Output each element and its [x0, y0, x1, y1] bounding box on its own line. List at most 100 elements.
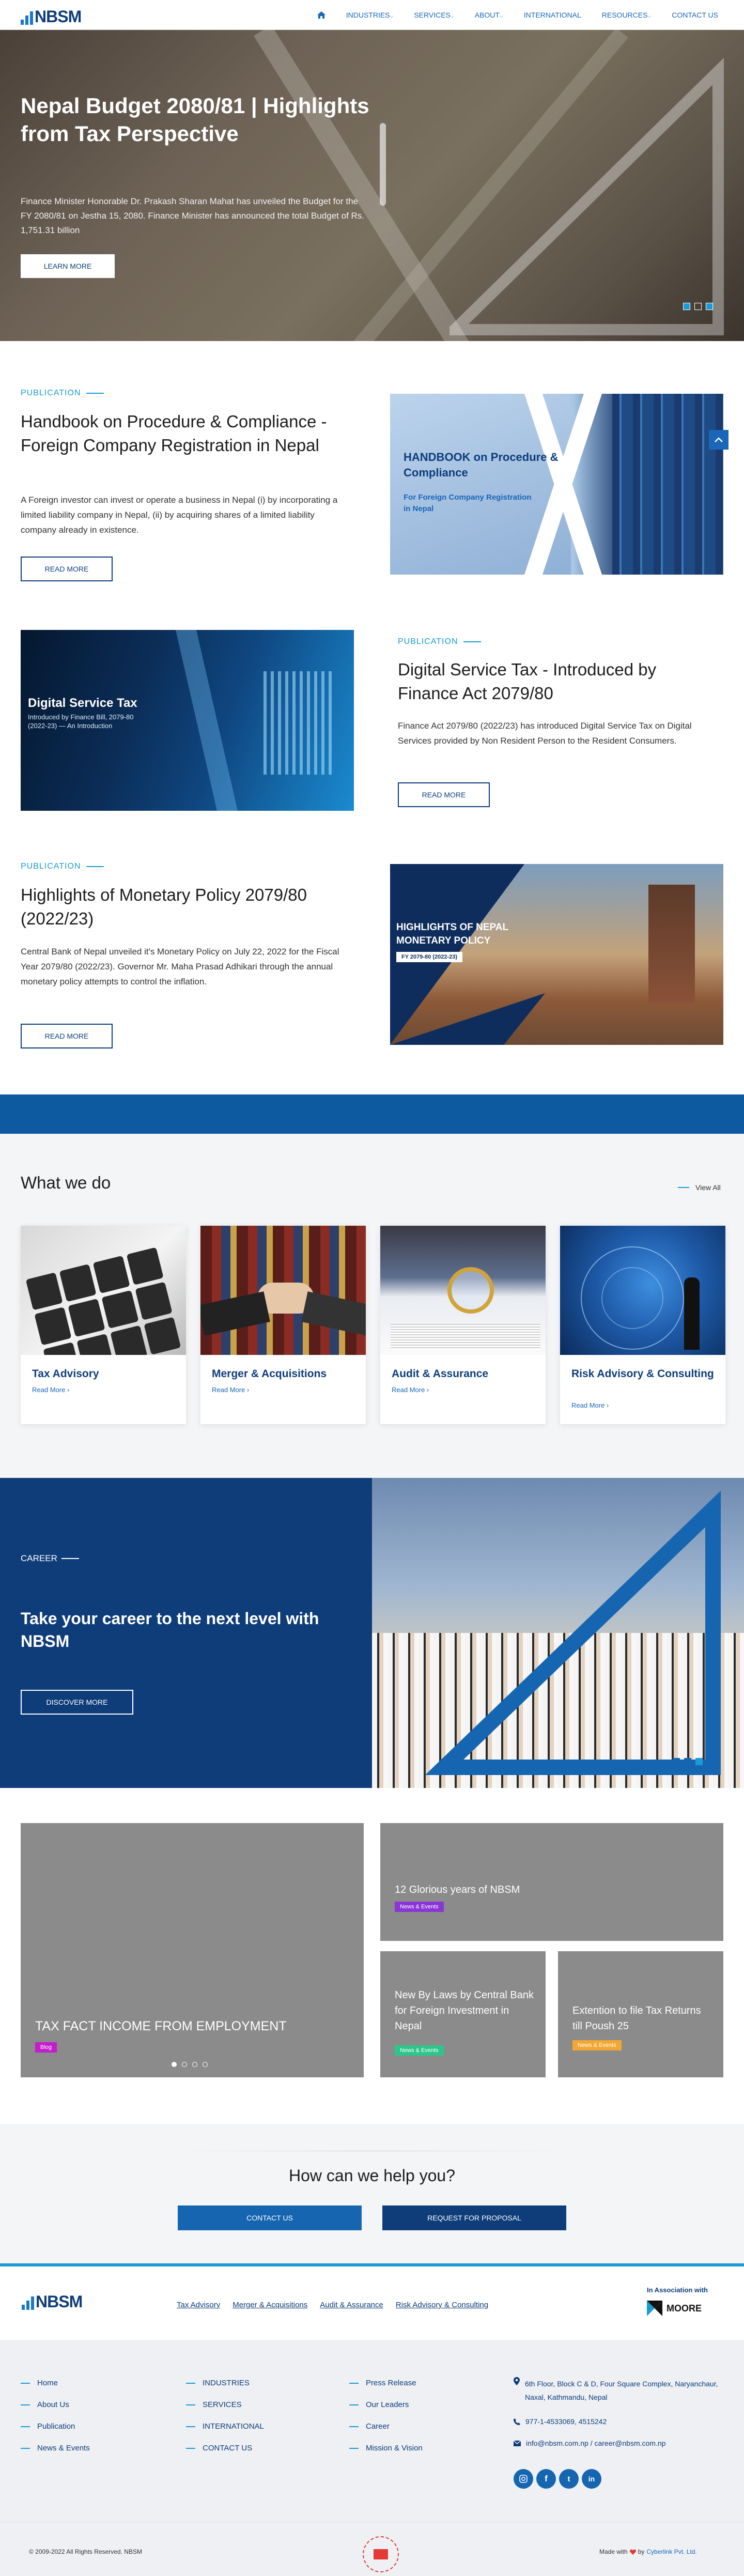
hero-text: Finance Minister Honorable Dr. Prakash S… [21, 196, 365, 235]
footer-link[interactable]: News & Events [21, 2444, 90, 2452]
footer-link[interactable]: About Us [21, 2400, 69, 2409]
read-more-button[interactable]: READ MORE [21, 1024, 113, 1048]
footer-link[interactable]: Publication [21, 2422, 75, 2431]
main-menu: INDUSTRIES⌵ SERVICES⌵ ABOUT⌵ INTERNATION… [307, 0, 729, 30]
footer-service-link[interactable]: Tax Advisory [177, 2301, 220, 2309]
footer-service-link[interactable]: Audit & Assurance [320, 2301, 383, 2309]
footer-link[interactable]: Mission & Vision [349, 2444, 423, 2452]
news-card-top[interactable]: 12 Glorious years of NBSM News & Events [380, 1823, 723, 1941]
footer-phone[interactable]: 977-1-4533069, 4515242 [514, 2417, 607, 2426]
footer-address: 6th Floor, Block C & D, Four Square Comp… [514, 2377, 732, 2404]
slider-dot[interactable] [684, 1758, 691, 1765]
footer-link[interactable]: Our Leaders [349, 2400, 409, 2409]
footer-email[interactable]: info@nbsm.com.np / career@nbsm.com.np [514, 2439, 665, 2447]
slider-dot[interactable] [706, 303, 713, 310]
footer-service-links: Tax Advisory Merger & Acquisitions Audit… [177, 2301, 488, 2309]
logo-bars-icon [21, 9, 33, 25]
footer-link[interactable]: INTERNATIONAL [186, 2422, 264, 2431]
footer-service-link[interactable]: Merger & Acquisitions [233, 2301, 307, 2309]
nav-industries[interactable]: INDUSTRIES⌵ [346, 11, 394, 19]
nav-services[interactable]: SERVICES⌵ [414, 11, 454, 19]
publication-tag: PUBLICATION [21, 389, 104, 398]
slider-dot[interactable] [694, 303, 702, 310]
read-more-link[interactable]: Read More › [212, 1386, 249, 1394]
news-slider-dots [172, 2062, 208, 2067]
slider-dot[interactable] [695, 1758, 703, 1765]
certification-seal [363, 2536, 399, 2572]
footer-link[interactable]: INDUSTRIES [186, 2379, 250, 2387]
nav-resources[interactable]: RESOURCES⌵ [602, 11, 652, 19]
handbook-cover-image[interactable]: HANDBOOK on Procedure & Compliance For F… [390, 394, 723, 575]
slider-dot[interactable] [192, 2062, 197, 2067]
publication-title[interactable]: Digital Service Tax - Introduced by Fina… [398, 658, 718, 705]
career-group-photo [372, 1478, 744, 1788]
slider-dot[interactable] [203, 2062, 208, 2067]
career-title: Take your career to the next level with … [21, 1609, 319, 1651]
card-title: Audit & Assurance [392, 1368, 489, 1380]
footer-link[interactable]: Press Release [349, 2379, 416, 2387]
home-icon[interactable] [317, 11, 326, 19]
news-card-right[interactable]: Extention to file Tax Returns till Poush… [558, 1951, 723, 2077]
nbsm-logo[interactable]: NBSM [21, 5, 82, 25]
footer-link[interactable]: Home [21, 2379, 58, 2387]
news-title: Extention to file Tax Returns till Poush… [572, 2005, 701, 2032]
news-card-big[interactable]: TAX FACT INCOME FROM EMPLOYMENT Blog [21, 1823, 364, 2077]
made-with-credit: Made with by Cyberlink Pvt. Ltd. [599, 2548, 697, 2555]
service-card-audit-assurance[interactable]: Audit & Assurance Read More › [380, 1226, 546, 1424]
footer-nbsm-logo[interactable]: NBSM [22, 2290, 83, 2310]
nav-contact-us[interactable]: CONTACT US [672, 11, 718, 19]
read-more-link[interactable]: Read More › [571, 1401, 609, 1409]
slider-dot[interactable] [673, 1758, 680, 1765]
news-badge: News & Events [572, 2040, 622, 2050]
publication-tag: PUBLICATION [21, 862, 104, 871]
cyberlink-link[interactable]: Cyberlink Pvt. Ltd. [646, 2548, 696, 2555]
nav-about[interactable]: ABOUT⌵ [475, 11, 503, 19]
footer-link[interactable]: Career [349, 2422, 390, 2431]
service-card-tax-advisory[interactable]: Tax Advisory Read More › [21, 1226, 186, 1424]
discover-more-button[interactable]: DISCOVER MORE [21, 1690, 133, 1715]
publication-title[interactable]: Highlights of Monetary Policy 2079/80 (2… [21, 883, 351, 931]
read-more-button[interactable]: READ MORE [21, 557, 113, 581]
linkedin-icon[interactable]: in [582, 2469, 601, 2489]
top-navbar: NBSM INDUSTRIES⌵ SERVICES⌵ ABOUT⌵ INTERN… [0, 0, 744, 30]
service-card-risk-advisory[interactable]: Risk Advisory & Consulting Read More › [560, 1226, 725, 1424]
footer-link[interactable]: CONTACT US [186, 2444, 252, 2452]
contact-us-button[interactable]: CONTACT US [178, 2205, 362, 2230]
instagram-icon[interactable] [514, 2469, 533, 2489]
slider-dot[interactable] [182, 2062, 187, 2067]
hero-title: Nepal Budget 2080/81 | Highlights from T… [21, 94, 369, 146]
chevron-up-icon [715, 437, 723, 442]
footer-service-link[interactable]: Risk Advisory & Consulting [396, 2301, 488, 2309]
publication-text: Central Bank of Nepal unveiled it's Mone… [21, 947, 339, 986]
slider-dot[interactable] [172, 2062, 177, 2067]
scroll-up-button[interactable] [709, 430, 729, 450]
view-all-link[interactable]: View All [678, 1183, 721, 1192]
request-proposal-button[interactable]: REQUEST FOR PROPOSAL [382, 2205, 566, 2230]
digital-service-tax-image[interactable]: Digital Service Tax Introduced by Financ… [21, 630, 354, 811]
card-title: Merger & Acquisitions [212, 1368, 327, 1380]
news-card-mid[interactable]: New By Laws by Central Bank for Foreign … [380, 1951, 546, 2077]
handbook-image-title: HANDBOOK on Procedure & Compliance [404, 451, 559, 479]
read-more-link[interactable]: Read More › [32, 1386, 69, 1394]
slider-dot[interactable] [683, 303, 690, 310]
career-section: CAREER Take your career to the next leve… [0, 1478, 372, 1788]
instagram-glyph-icon [519, 2475, 528, 2483]
footer-link[interactable]: SERVICES [186, 2400, 242, 2409]
hero-learn-more-button[interactable]: LEARN MORE [21, 254, 115, 278]
read-more-link[interactable]: Read More › [392, 1386, 429, 1394]
facebook-icon[interactable]: f [536, 2469, 556, 2489]
handshake-image [200, 1226, 366, 1355]
twitter-icon[interactable]: t [559, 2469, 579, 2489]
publication-title[interactable]: Handbook on Procedure & Compliance - For… [21, 410, 351, 457]
read-more-button[interactable]: READ MORE [398, 782, 490, 807]
card-title: Risk Advisory & Consulting [571, 1368, 714, 1380]
monetary-policy-image[interactable]: HIGHLIGHTS OF NEPAL MONETARY POLICY FY 2… [390, 864, 723, 1045]
moore-logo[interactable]: MOORE [647, 2301, 702, 2316]
moore-mark-icon [647, 2301, 662, 2316]
service-card-merger-acquisitions[interactable]: Merger & Acquisitions Read More › [200, 1226, 366, 1424]
magnifier-image [380, 1226, 546, 1355]
career-tag: CAREER [21, 1553, 79, 1564]
hero-slider-dots [683, 303, 713, 310]
nav-international[interactable]: INTERNATIONAL [524, 11, 581, 19]
dst-image-subtitle: Introduced by Finance Bill, 2079-80 (202… [28, 713, 134, 730]
